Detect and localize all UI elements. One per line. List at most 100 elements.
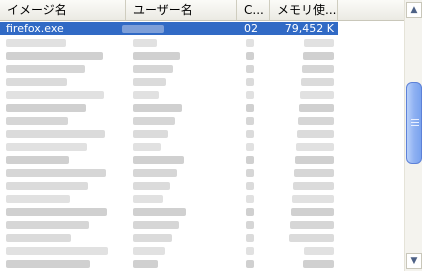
user-name-redacted: [133, 104, 182, 112]
cpu-redacted: [246, 156, 254, 164]
process-row[interactable]: [0, 49, 338, 62]
column-memory[interactable]: メモリ使...: [270, 0, 338, 20]
cpu-redacted: [246, 65, 254, 73]
cpu-redacted: [246, 117, 254, 125]
image-name-redacted: [6, 247, 108, 255]
process-row[interactable]: [0, 36, 338, 49]
user-name-redacted: [133, 234, 172, 242]
chevron-down-icon: ▼: [410, 256, 418, 266]
image-name-redacted: [6, 52, 103, 60]
cpu-redacted: [246, 221, 254, 229]
memory-redacted: [304, 39, 334, 47]
process-row[interactable]: [0, 192, 338, 205]
user-name-redacted: [133, 117, 175, 125]
cpu-redacted: [246, 247, 254, 255]
image-name-redacted: [6, 221, 89, 229]
image-name-redacted: [6, 195, 70, 203]
memory-redacted: [289, 234, 334, 242]
memory-redacted: [293, 182, 334, 190]
column-header: イメージ名 ユーザー名 C... メモリ使...: [0, 0, 404, 21]
memory-redacted: [297, 130, 334, 138]
user-name-redacted: [122, 25, 164, 33]
user-name-redacted: [133, 221, 179, 229]
cpu-redacted: [246, 208, 254, 216]
process-row[interactable]: [0, 244, 338, 257]
memory-redacted: [295, 156, 334, 164]
process-row[interactable]: [0, 62, 338, 75]
scroll-down-button[interactable]: ▼: [406, 253, 422, 269]
process-row[interactable]: [0, 75, 338, 88]
memory-redacted: [294, 169, 334, 177]
image-name-redacted: [6, 78, 67, 86]
user-name-redacted: [133, 169, 177, 177]
memory-cell: 79,452 K: [284, 22, 334, 35]
scroll-up-button[interactable]: ▲: [406, 2, 422, 18]
cpu-redacted: [246, 52, 254, 60]
column-cpu[interactable]: C...: [237, 0, 270, 20]
user-name-redacted: [133, 65, 173, 73]
memory-redacted: [303, 260, 334, 268]
process-row[interactable]: [0, 205, 338, 218]
user-name-redacted: [133, 208, 186, 216]
process-row[interactable]: [0, 218, 338, 231]
process-row[interactable]: [0, 140, 338, 153]
user-name-redacted: [133, 195, 163, 203]
cpu-redacted: [246, 39, 254, 47]
process-row[interactable]: [0, 88, 338, 101]
process-row[interactable]: [0, 153, 338, 166]
cpu-redacted: [246, 182, 254, 190]
cpu-redacted: [246, 169, 254, 177]
image-name-redacted: [6, 182, 88, 190]
memory-redacted: [304, 247, 334, 255]
memory-redacted: [299, 104, 334, 112]
cpu-redacted: [246, 78, 254, 86]
image-name-redacted: [6, 65, 85, 73]
process-row[interactable]: [0, 179, 338, 192]
image-name-redacted: [6, 130, 105, 138]
process-row[interactable]: [0, 101, 338, 114]
cpu-redacted: [246, 130, 254, 138]
process-row-selected[interactable]: firefox.exe 02 79,452 K: [0, 22, 338, 35]
process-row[interactable]: [0, 257, 338, 270]
column-image-name[interactable]: イメージ名: [0, 0, 126, 20]
vertical-scrollbar[interactable]: ▲ ▼: [404, 0, 422, 271]
memory-redacted: [291, 208, 334, 216]
memory-redacted: [302, 65, 334, 73]
image-name-cell: firefox.exe: [6, 22, 64, 35]
image-name-redacted: [6, 169, 106, 177]
memory-redacted: [303, 52, 334, 60]
user-name-redacted: [133, 260, 158, 268]
scroll-thumb[interactable]: [406, 82, 422, 164]
image-name-redacted: [6, 234, 71, 242]
cpu-redacted: [246, 260, 254, 268]
image-name-redacted: [6, 91, 104, 99]
user-name-redacted: [133, 78, 166, 86]
image-name-redacted: [6, 208, 107, 216]
process-row[interactable]: [0, 127, 338, 140]
image-name-redacted: [6, 104, 86, 112]
cpu-redacted: [246, 104, 254, 112]
process-row[interactable]: [0, 166, 338, 179]
memory-redacted: [296, 143, 334, 151]
image-name-redacted: [6, 143, 87, 151]
user-name-redacted: [133, 39, 157, 47]
memory-redacted: [298, 117, 334, 125]
cpu-redacted: [246, 91, 254, 99]
cpu-redacted: [246, 143, 254, 151]
user-name-redacted: [133, 91, 159, 99]
image-name-redacted: [6, 39, 66, 47]
cpu-redacted: [246, 195, 254, 203]
image-name-redacted: [6, 260, 90, 268]
image-name-redacted: [6, 117, 68, 125]
process-list[interactable]: イメージ名 ユーザー名 C... メモリ使... firefox.exe 02 …: [0, 0, 404, 271]
memory-redacted: [300, 91, 334, 99]
memory-redacted: [290, 221, 334, 229]
process-row[interactable]: [0, 231, 338, 244]
memory-redacted: [292, 195, 334, 203]
column-user-name[interactable]: ユーザー名: [126, 0, 237, 20]
user-name-redacted: [133, 182, 170, 190]
user-name-redacted: [133, 52, 180, 60]
process-row[interactable]: [0, 114, 338, 127]
cpu-cell: 02: [244, 22, 258, 35]
user-name-redacted: [133, 143, 161, 151]
